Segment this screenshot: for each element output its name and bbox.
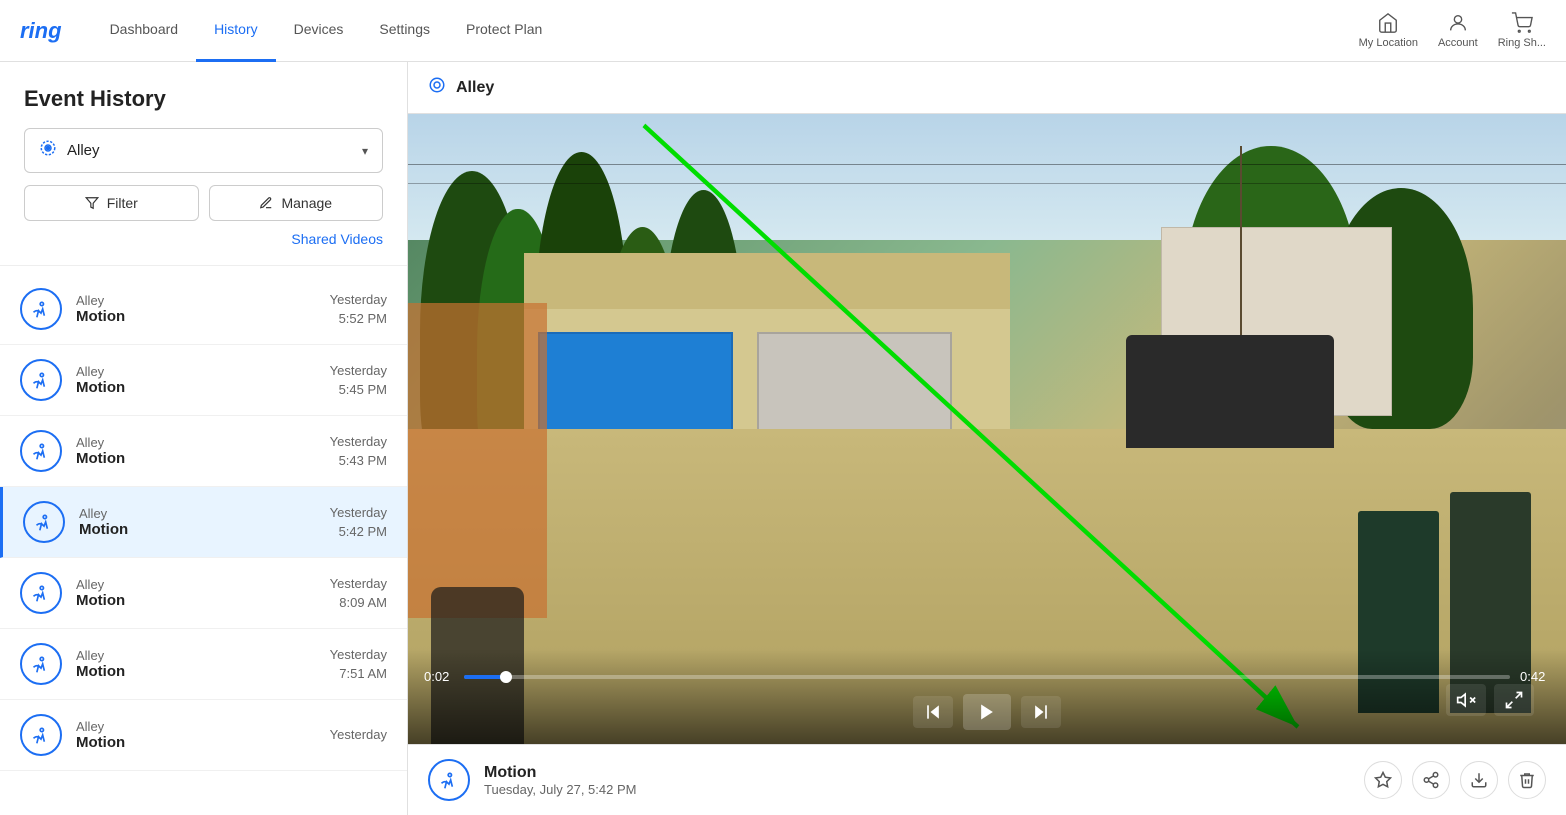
fullscreen-button[interactable] [1494, 684, 1534, 716]
playback-controls [424, 694, 1550, 730]
account-label: Account [1438, 37, 1478, 49]
event-date: Tuesday, July 27, 5:42 PM [484, 782, 1364, 797]
event-time: Yesterday 5:52 PM [330, 290, 387, 329]
motion-icon-wrap [20, 643, 62, 685]
motion-icon-wrap [20, 288, 62, 330]
nav-right: My Location Account Ring Sh... [1359, 12, 1546, 49]
progress-bar[interactable] [464, 675, 1510, 679]
event-time: Yesterday [330, 725, 387, 745]
delete-button[interactable] [1508, 761, 1546, 799]
progress-thumb [500, 671, 512, 683]
device-selector[interactable]: Alley ▾ [24, 128, 383, 173]
star-button[interactable] [1364, 761, 1402, 799]
video-container: 0:02 0:42 [408, 114, 1566, 744]
sidebar: Event History Alley ▾ Filter [0, 62, 408, 815]
filter-label: Filter [107, 195, 138, 211]
motion-icon-wrap [20, 359, 62, 401]
event-info: Alley Motion [76, 648, 330, 680]
event-time: Yesterday 5:42 PM [330, 503, 387, 542]
mute-button[interactable] [1446, 684, 1486, 716]
event-time: Yesterday 5:43 PM [330, 432, 387, 471]
nav-protect-plan[interactable]: Protect Plan [448, 0, 560, 62]
nav-history[interactable]: History [196, 0, 276, 62]
event-list: Alley Motion Yesterday 5:52 PM Alley [0, 266, 407, 815]
nav-links: Dashboard History Devices Settings Prote… [92, 0, 1359, 62]
event-type-icon [428, 759, 470, 801]
motion-icon-wrap [20, 572, 62, 614]
video-controls: 0:02 0:42 [408, 649, 1566, 744]
progress-bar-wrap: 0:02 0:42 [424, 669, 1550, 684]
event-item-active[interactable]: Alley Motion Yesterday 5:42 PM [0, 487, 407, 558]
event-info: Alley Motion [76, 364, 330, 396]
event-item[interactable]: Alley Motion Yesterday 5:45 PM [0, 345, 407, 416]
skip-forward-button[interactable] [1021, 696, 1061, 728]
event-item[interactable]: Alley Motion Yesterday [0, 700, 407, 771]
event-info: Alley Motion [76, 577, 330, 609]
video-extra-controls [1446, 684, 1534, 716]
controls-row [424, 694, 1550, 730]
event-info: Alley Motion [76, 435, 330, 467]
shared-videos-link[interactable]: Shared Videos [291, 231, 383, 247]
event-item[interactable]: Alley Motion Yesterday 5:43 PM [0, 416, 407, 487]
top-nav: ring Dashboard History Devices Settings … [0, 0, 1566, 62]
share-button[interactable] [1412, 761, 1450, 799]
my-location-label: My Location [1359, 37, 1418, 49]
device-label: Alley [67, 142, 362, 159]
chevron-down-icon: ▾ [362, 144, 368, 158]
manage-label: Manage [281, 195, 332, 211]
motion-icon-wrap [20, 714, 62, 756]
event-type-title: Motion [484, 764, 1364, 782]
ring-shop-label: Ring Sh... [1498, 37, 1546, 49]
manage-button[interactable]: Manage [209, 185, 384, 221]
event-time: Yesterday 7:51 AM [330, 645, 387, 684]
video-camera-name: Alley [456, 79, 494, 97]
current-time: 0:02 [424, 669, 454, 684]
sidebar-header: Event History Alley ▾ Filter [0, 62, 407, 266]
event-time: Yesterday 5:45 PM [330, 361, 387, 400]
filter-row: Filter Manage [24, 185, 383, 221]
nav-my-location[interactable]: My Location [1359, 12, 1418, 49]
motion-icon-wrap [23, 501, 65, 543]
filter-button[interactable]: Filter [24, 185, 199, 221]
event-item[interactable]: Alley Motion Yesterday 8:09 AM [0, 558, 407, 629]
event-info: Alley Motion [76, 719, 330, 751]
sidebar-title: Event History [24, 86, 383, 112]
download-button[interactable] [1460, 761, 1498, 799]
motion-icon-wrap [20, 430, 62, 472]
ring-logo: ring [20, 18, 62, 44]
event-info: Alley Motion [79, 506, 330, 538]
nav-dashboard[interactable]: Dashboard [92, 0, 197, 62]
nav-ring-shop[interactable]: Ring Sh... [1498, 12, 1546, 49]
nav-settings[interactable]: Settings [361, 0, 448, 62]
video-footer-info: Motion Tuesday, July 27, 5:42 PM [484, 764, 1364, 797]
video-actions [1364, 761, 1546, 799]
video-panel: Alley [408, 62, 1566, 815]
event-item[interactable]: Alley Motion Yesterday 7:51 AM [0, 629, 407, 700]
nav-account[interactable]: Account [1438, 12, 1478, 49]
nav-devices[interactable]: Devices [276, 0, 362, 62]
camera-icon [39, 139, 57, 162]
progress-fill [464, 675, 506, 679]
camera-header-icon [428, 76, 446, 99]
skip-back-button[interactable] [913, 696, 953, 728]
video-footer: Motion Tuesday, July 27, 5:42 PM [408, 744, 1566, 815]
shared-videos-section: Shared Videos [24, 221, 383, 249]
main-layout: Event History Alley ▾ Filter [0, 0, 1566, 815]
total-time: 0:42 [1520, 669, 1550, 684]
video-header: Alley [408, 62, 1566, 114]
event-info: Alley Motion [76, 293, 330, 325]
play-button[interactable] [963, 694, 1011, 730]
event-item[interactable]: Alley Motion Yesterday 5:52 PM [0, 274, 407, 345]
event-time: Yesterday 8:09 AM [330, 574, 387, 613]
